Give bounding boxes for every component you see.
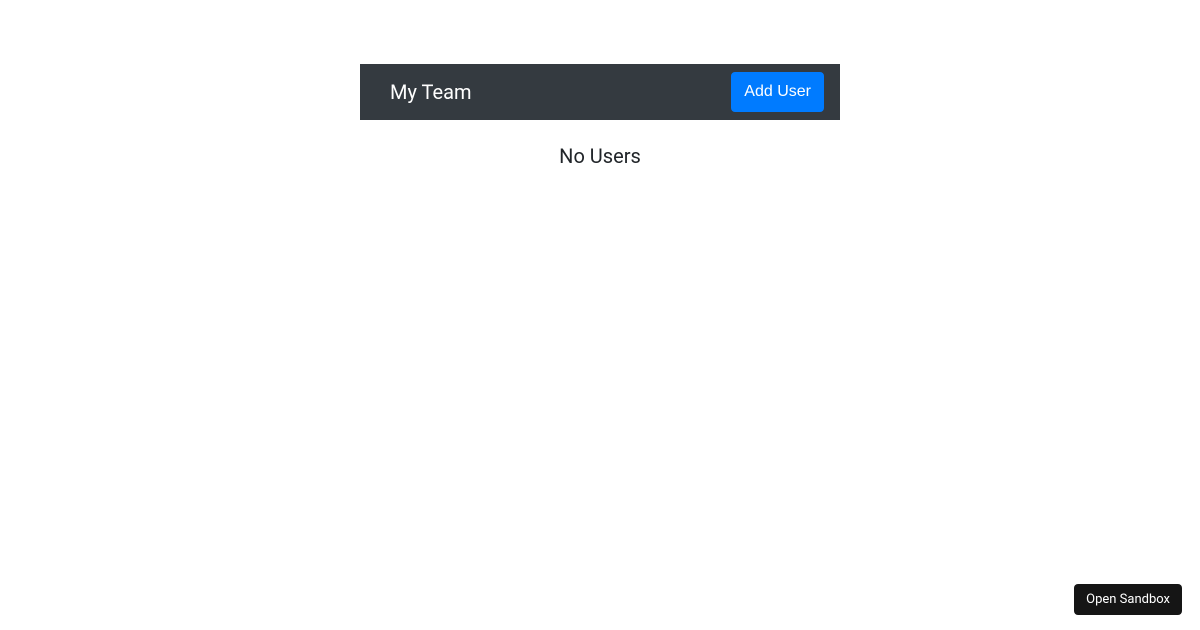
open-sandbox-button[interactable]: Open Sandbox bbox=[1074, 584, 1182, 615]
app-container: My Team Add User No Users bbox=[360, 0, 840, 168]
add-user-button[interactable]: Add User bbox=[731, 72, 824, 112]
navbar: My Team Add User bbox=[360, 64, 840, 120]
empty-state-message: No Users bbox=[360, 144, 840, 168]
navbar-brand: My Team bbox=[376, 75, 485, 109]
